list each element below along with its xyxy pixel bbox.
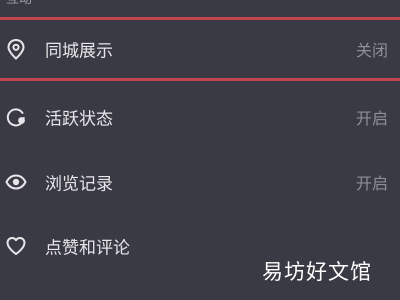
- setting-status: 开启: [355, 174, 388, 193]
- setting-status: 关闭: [355, 41, 388, 60]
- activity-status-icon: [5, 106, 27, 128]
- setting-row-browsing-history[interactable]: 浏览记录 开启: [0, 150, 400, 214]
- location-pin-icon: [5, 38, 27, 60]
- setting-label: 点赞和评论: [45, 238, 130, 259]
- setting-label: 活跃状态: [45, 109, 113, 130]
- setting-label: 同城展示: [45, 41, 113, 62]
- setting-label: 浏览记录: [45, 174, 113, 195]
- setting-status: 开启: [355, 109, 388, 128]
- setting-row-activity-status[interactable]: 活跃状态 开启: [0, 85, 400, 149]
- eye-icon: [5, 171, 27, 193]
- setting-row-local-display[interactable]: 同城展示 关闭: [0, 17, 400, 81]
- watermark-text: 易坊好文馆: [262, 260, 372, 284]
- section-header-interaction: 互动: [6, 0, 32, 8]
- heart-icon: [5, 235, 27, 257]
